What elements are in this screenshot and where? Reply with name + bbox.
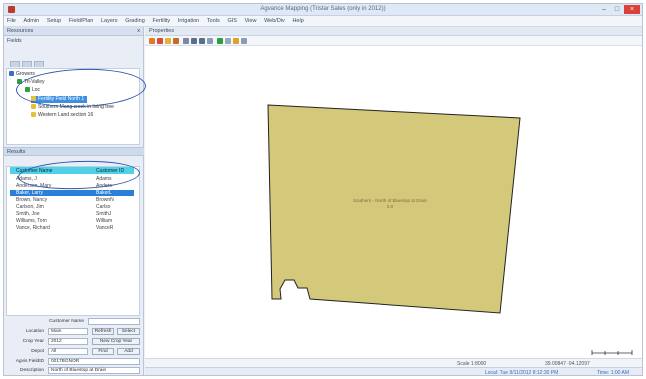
scale-bar (591, 350, 633, 355)
cell: VanceR (96, 225, 114, 231)
menu-grading[interactable]: Grading (122, 16, 148, 24)
menu-help[interactable]: Help (289, 16, 306, 24)
menu-view[interactable]: View (242, 16, 260, 24)
results-header: Results (4, 147, 144, 156)
cell: William (96, 218, 113, 224)
menu-admin[interactable]: Admin (21, 16, 43, 24)
field-search-form: Customer Name Location Main Refresh Sele… (4, 317, 144, 375)
description-input[interactable]: North of Bluestop at Drain (48, 367, 140, 374)
location-label: Location (25, 329, 44, 334)
menu-irrigation[interactable]: Irrigation (175, 16, 202, 24)
cell: Brown, Nancy (16, 197, 48, 203)
location-select[interactable]: Main (48, 328, 88, 335)
cell: Carlson, Jim (16, 204, 44, 210)
customer-name-input[interactable] (88, 318, 140, 325)
tree-toolbar (6, 51, 140, 67)
menu-field-plan[interactable]: Field/Plan (66, 16, 96, 24)
description-label: Description (20, 368, 44, 373)
resources-header: Resources x (4, 27, 143, 36)
menu-tools[interactable]: Tools (204, 16, 223, 24)
minimize-button[interactable]: – (598, 5, 610, 14)
fields-subheader: Fields (7, 38, 22, 44)
cell: Williams, Tom (16, 218, 47, 224)
table-row[interactable]: Vance, Richard VanceR (10, 225, 134, 231)
tree-item-field-western[interactable]: Western Land section 16 (31, 112, 93, 119)
menu-gis[interactable]: GIS (224, 16, 239, 24)
table-row[interactable]: Carlson, Jim Carlso (10, 204, 134, 210)
status-time: Time: 1:00 AM (597, 370, 630, 376)
customer-name-label: Customer Name (49, 319, 84, 324)
menu-web-div[interactable]: Web/Div (261, 16, 288, 24)
maximize-button[interactable]: □ (611, 5, 623, 14)
field-acres-label: 0.0 (387, 204, 394, 209)
close-button[interactable]: × (624, 5, 640, 14)
resources-title: Resources (7, 28, 34, 34)
crop-year-select[interactable]: 2012 (48, 338, 88, 345)
tree-tab-1[interactable] (10, 61, 20, 67)
menu-bar: File Admin Setup Field/Plan Layers Gradi… (4, 16, 642, 27)
new-crop-year-button[interactable]: New Crop Year (92, 338, 140, 345)
cell: Baker, Larry (16, 190, 43, 196)
map-document: Properties Southern - North of Bluestop … (145, 27, 643, 376)
title-bar: Agvance Mapping (Tristar Sales (only in … (4, 4, 642, 16)
tree-label: Western Land section 16 (38, 112, 94, 118)
field-icon (31, 104, 36, 109)
field-boundary-polygon[interactable] (267, 104, 521, 314)
menu-setup[interactable]: Setup (44, 16, 64, 24)
app-status-bar: Local: Tue 9/11/2012 8:12:30 PM Time: 1:… (145, 367, 642, 376)
cell: Carlso (96, 204, 111, 210)
folder-icon (9, 71, 14, 76)
map-status-bar: Scale 1:8000 39.00847 -94.12097 (145, 358, 642, 367)
field-label: Southern - North of Bluestop at Drain (353, 198, 428, 203)
refresh-button[interactable]: Refresh (92, 328, 114, 335)
table-row[interactable]: Smith, Joe SmithJ (10, 211, 134, 217)
select-button[interactable]: Select (117, 328, 140, 335)
close-panel-icon[interactable]: x (137, 28, 140, 34)
table-row-selected[interactable]: Baker, Larry BakerL (10, 190, 134, 196)
crop-year-label: Crop Year (22, 339, 44, 344)
depot-select[interactable]: All (48, 348, 88, 355)
cell: Vance, Richard (16, 225, 50, 231)
menu-fertility[interactable]: Fertility (149, 16, 173, 24)
table-row[interactable]: Williams, Tom William (10, 218, 134, 224)
window-title: Agvance Mapping (Tristar Sales (only in … (260, 6, 386, 12)
cell: Smith, Joe (16, 211, 40, 217)
field-id-label: Agvis FieldID (15, 359, 44, 364)
cell: SmithJ (96, 211, 112, 217)
field-icon (31, 112, 36, 117)
tree-tab-3[interactable] (34, 61, 44, 67)
app-window: Agvance Mapping (Tristar Sales (only in … (3, 3, 643, 376)
cell: BrownN (96, 197, 114, 203)
depot-label: Depot (31, 349, 44, 354)
menu-file[interactable]: File (4, 16, 19, 24)
status-date: Local: Tue 9/11/2012 8:12:30 PM (485, 370, 559, 376)
map-canvas[interactable]: Southern - North of Bluestop at Drain 0.… (145, 27, 643, 376)
table-row[interactable]: Brown, Nancy BrownN (10, 197, 134, 203)
cell: BakerL (96, 190, 112, 196)
tree-tab-2[interactable] (22, 61, 32, 67)
menu-layers[interactable]: Layers (98, 16, 121, 24)
field-id-input[interactable]: 0017BGNOR (48, 358, 140, 365)
add-button[interactable]: Add (117, 348, 140, 355)
find-button[interactable]: Find (92, 348, 114, 355)
